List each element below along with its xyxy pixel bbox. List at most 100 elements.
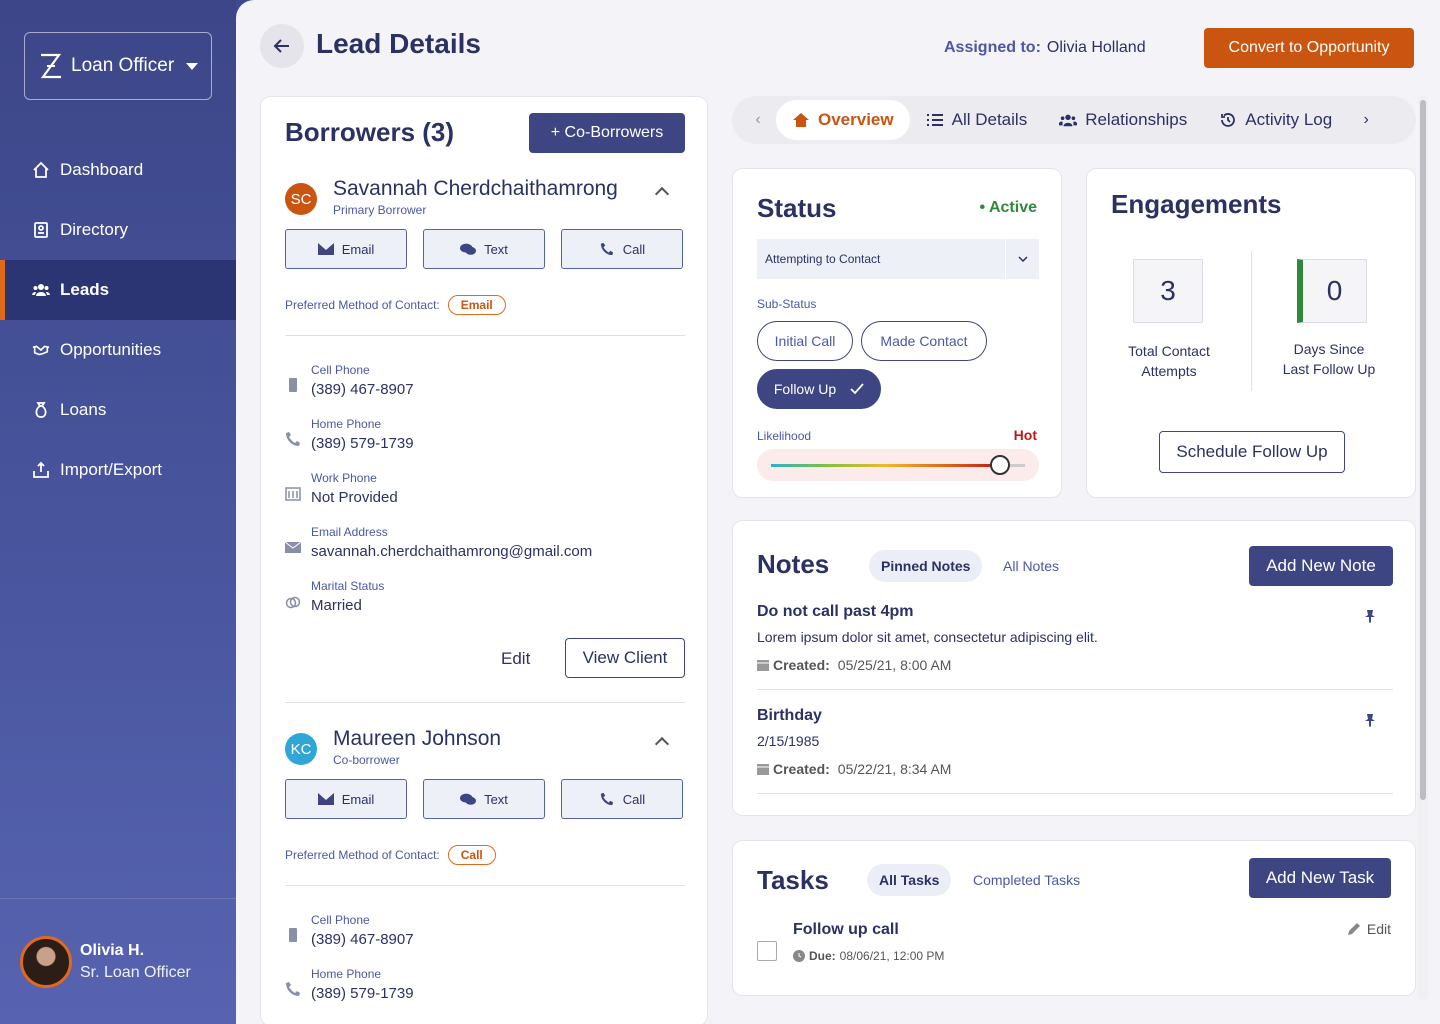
notes-title: Notes — [757, 549, 830, 579]
note-body: 2/15/1985 — [757, 733, 820, 749]
tab-completed-tasks[interactable]: Completed Tasks — [961, 864, 1092, 896]
mobile-phone-icon — [289, 378, 297, 392]
sidebar-nav: Dashboard Directory Leads Opportunities … — [0, 140, 236, 500]
task-due: Due: 08/06/21, 12:00 PM — [793, 949, 944, 963]
task-edit-button[interactable]: Edit — [1347, 921, 1391, 937]
tab-all-notes[interactable]: All Notes — [991, 550, 1071, 582]
chip-follow-up[interactable]: Follow Up — [757, 369, 881, 409]
phone-icon — [600, 792, 613, 806]
info-value: Not Provided — [311, 489, 398, 506]
status-state: Active — [988, 199, 1037, 216]
total-attempts-label: Total Contact Attempts — [1099, 341, 1239, 381]
note-item[interactable]: Do not call past 4pm Lorem ipsum dolor s… — [757, 603, 1393, 673]
tab-relationships[interactable]: Relationships — [1043, 100, 1203, 140]
due-date: 08/06/21, 12:00 PM — [839, 949, 945, 963]
chevron-right-icon[interactable]: › — [1348, 102, 1384, 138]
divider — [285, 885, 685, 886]
text-button[interactable]: Text — [423, 779, 545, 819]
call-button[interactable]: Call — [561, 229, 683, 269]
back-button[interactable] — [260, 24, 304, 68]
divider — [757, 793, 1393, 794]
chevron-left-icon[interactable]: ‹ — [740, 102, 776, 138]
info-label: Email Address — [311, 525, 388, 539]
tab-pinned-notes[interactable]: Pinned Notes — [869, 550, 983, 582]
scrollbar[interactable] — [1418, 96, 1428, 1000]
likelihood-slider[interactable] — [757, 449, 1039, 481]
sidebar-item-opportunities[interactable]: Opportunities — [0, 320, 236, 380]
note-body: Lorem ipsum dolor sit amet, consectetur … — [757, 629, 1098, 645]
email-label: Email — [341, 241, 375, 257]
chip-initial-call[interactable]: Initial Call — [757, 321, 853, 361]
add-new-task-button[interactable]: Add New Task — [1249, 858, 1391, 898]
sidebar-item-dashboard[interactable]: Dashboard — [0, 140, 236, 200]
import-export-icon — [33, 461, 49, 478]
tab-all-details[interactable]: All Details — [910, 100, 1044, 140]
note-item[interactable]: Birthday 2/15/1985 Created: 05/22/21, 8:… — [757, 707, 1393, 777]
info-value: (389) 579-1739 — [311, 435, 414, 452]
schedule-follow-up-button[interactable]: Schedule Follow Up — [1159, 431, 1345, 473]
preferred-contact-label: Preferred Method of Contact: — [285, 298, 440, 312]
text-button[interactable]: Text — [423, 229, 545, 269]
chip-made-contact[interactable]: Made Contact — [861, 321, 987, 361]
calendar-icon — [757, 764, 769, 775]
status-select[interactable]: Attempting to Contact — [757, 239, 1039, 279]
email-button[interactable]: Email — [285, 229, 407, 269]
sidebar-item-leads[interactable]: Leads — [0, 260, 236, 320]
tab-activity-log[interactable]: Activity Log — [1203, 100, 1348, 140]
assigned-to: Assigned to: Olivia Holland — [944, 39, 1146, 57]
borrower-initials: SC — [285, 183, 317, 215]
arrow-left-icon — [273, 39, 289, 53]
chevron-up-icon[interactable] — [654, 736, 670, 752]
call-button[interactable]: Call — [561, 779, 683, 819]
info-label: Work Phone — [311, 471, 377, 485]
scrollbar-thumb[interactable] — [1420, 100, 1426, 800]
info-label: Cell Phone — [311, 363, 370, 377]
phone-icon — [600, 242, 613, 256]
directory-icon — [34, 222, 48, 238]
sidebar-item-label: Opportunities — [60, 340, 162, 359]
note-meta: Created: 05/25/21, 8:00 AM — [757, 657, 1393, 673]
envelope-icon — [317, 243, 334, 255]
preferred-contact: Preferred Method of Contact: Email — [285, 295, 506, 315]
edit-link[interactable]: Edit — [501, 649, 530, 669]
add-co-borrower-button[interactable]: + Co-Borrowers — [529, 113, 685, 153]
borrower-name: Savannah Cherdchaithamrong — [333, 177, 618, 200]
pin-icon[interactable] — [1363, 713, 1377, 727]
app-switcher[interactable]: Loan Officer — [24, 32, 212, 100]
task-checkbox[interactable] — [757, 941, 777, 961]
view-client-button[interactable]: View Client — [565, 638, 685, 678]
sidebar-item-loans[interactable]: Loans — [0, 380, 236, 440]
profile-name: Olivia H. — [80, 941, 145, 959]
convert-to-opportunity-button[interactable]: Convert to Opportunity — [1204, 28, 1414, 68]
sidebar-item-label: Dashboard — [60, 160, 144, 179]
sidebar-item-label: Leads — [60, 280, 110, 299]
user-profile[interactable]: Olivia H. Sr. Loan Officer — [0, 898, 236, 1024]
rings-icon — [285, 596, 301, 609]
text-label: Text — [484, 791, 508, 807]
sidebar: Loan Officer Dashboard Directory Leads O… — [0, 0, 236, 1024]
envelope-icon — [317, 793, 334, 805]
slider-track — [771, 455, 1025, 475]
sidebar-item-directory[interactable]: Directory — [0, 200, 236, 260]
preferred-contact-badge: Email — [447, 295, 506, 315]
status-select-value: Attempting to Contact — [765, 252, 881, 266]
days-since-value: 0 — [1297, 259, 1367, 323]
slider-fill — [771, 464, 1000, 467]
main-content: Lead Details Assigned to: Olivia Holland … — [236, 0, 1440, 1024]
add-new-note-button[interactable]: Add New Note — [1249, 546, 1393, 586]
borrower-role: Primary Borrower — [333, 203, 427, 217]
chevron-up-icon[interactable] — [654, 186, 670, 202]
divider — [285, 702, 685, 703]
sidebar-item-import-export[interactable]: Import/Export — [0, 440, 236, 500]
sidebar-item-label: Import/Export — [60, 460, 163, 479]
mobile-phone-icon — [289, 928, 297, 942]
call-label: Call — [622, 241, 646, 257]
divider — [757, 689, 1393, 690]
status-title: Status — [757, 193, 837, 223]
email-button[interactable]: Email — [285, 779, 407, 819]
pin-icon[interactable] — [1363, 609, 1377, 623]
check-icon — [850, 383, 864, 395]
tab-overview[interactable]: Overview — [776, 100, 910, 140]
slider-handle[interactable] — [989, 455, 1010, 475]
tab-all-tasks[interactable]: All Tasks — [867, 864, 952, 896]
